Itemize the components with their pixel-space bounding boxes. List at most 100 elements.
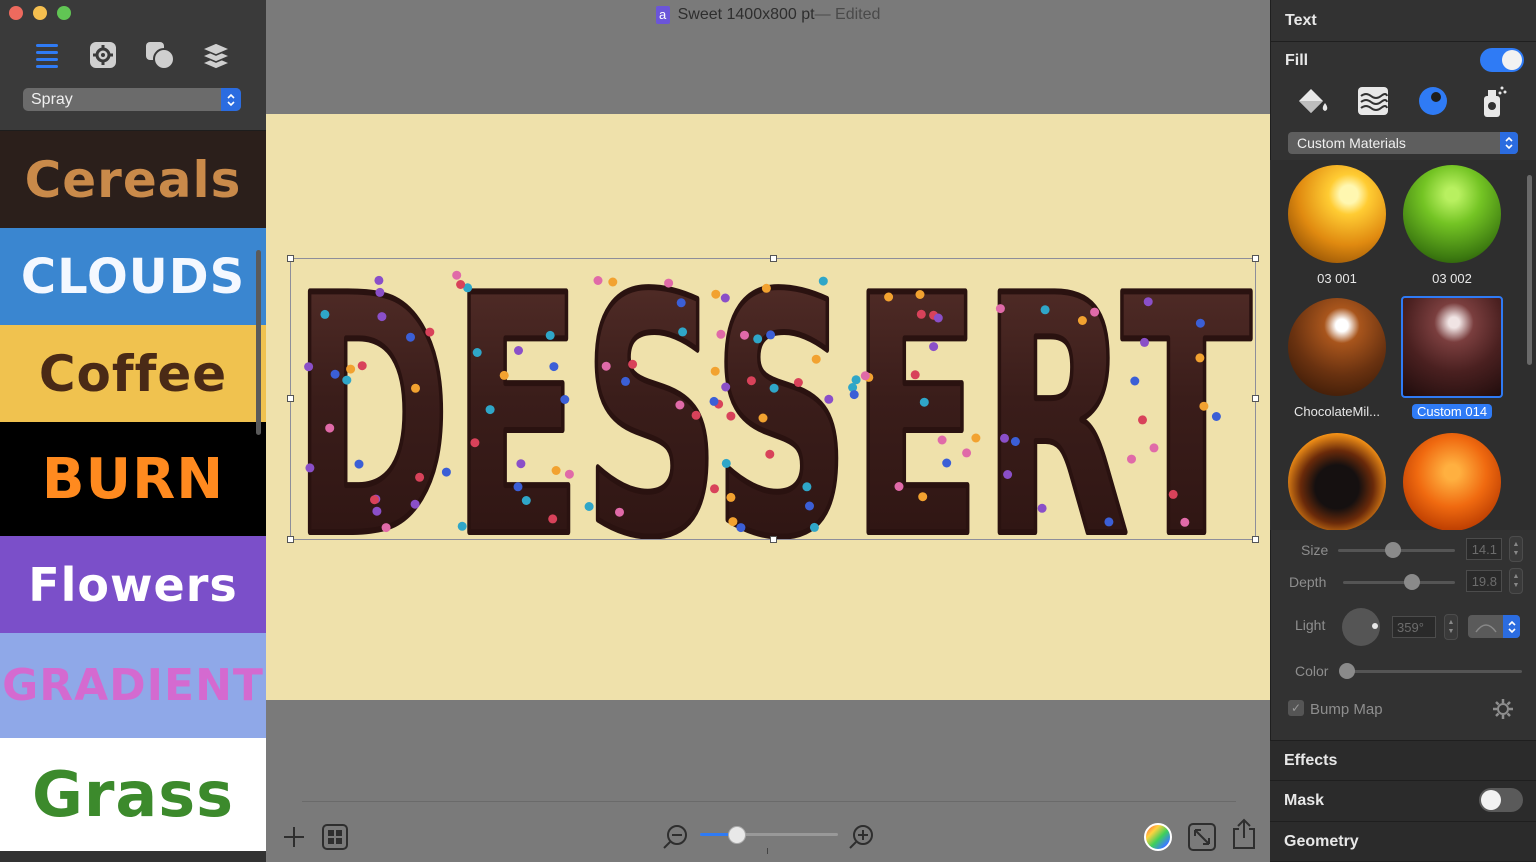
shapes-icon[interactable] bbox=[145, 40, 175, 70]
preset-item[interactable]: Coffee bbox=[0, 325, 266, 422]
texture-icon[interactable] bbox=[1355, 84, 1391, 118]
preset-label: Grass bbox=[31, 758, 235, 831]
color-wheel-icon[interactable] bbox=[1144, 823, 1172, 851]
light-row: Light 359° ▲ ▼ bbox=[1270, 608, 1536, 646]
mask-toggle[interactable] bbox=[1479, 788, 1523, 812]
depth-label: Depth bbox=[1289, 574, 1327, 590]
depth-slider-thumb[interactable] bbox=[1404, 574, 1420, 590]
resize-handle[interactable] bbox=[287, 395, 294, 402]
style-category-select[interactable]: Spray bbox=[23, 88, 241, 111]
resize-handle[interactable] bbox=[1252, 395, 1259, 402]
bump-map-checkbox[interactable]: ✓ bbox=[1288, 700, 1304, 716]
preset-item[interactable]: GRADIENT bbox=[0, 633, 266, 738]
resize-handle[interactable] bbox=[287, 255, 294, 262]
sidebar-scrollbar[interactable] bbox=[256, 250, 261, 435]
materials-scrollbar[interactable] bbox=[1527, 175, 1532, 365]
preset-label: CLOUDS bbox=[20, 248, 246, 305]
gear-icon[interactable] bbox=[1492, 698, 1514, 720]
effects-label: Effects bbox=[1284, 751, 1338, 769]
depth-field[interactable]: 19.8 bbox=[1466, 570, 1502, 592]
depth-row: Depth 19.8 ▲ ▼ bbox=[1270, 567, 1536, 597]
sidebar-header: Spray bbox=[0, 0, 266, 131]
color-slider-thumb[interactable] bbox=[1339, 663, 1355, 679]
preset-label: GRADIENT bbox=[2, 660, 264, 711]
material-preview bbox=[1288, 298, 1386, 396]
zoom-in-icon[interactable] bbox=[848, 824, 874, 850]
resize-handle[interactable] bbox=[770, 255, 777, 262]
section-geometry-header[interactable]: Geometry bbox=[1270, 822, 1536, 862]
chevron-updown-icon bbox=[221, 88, 241, 111]
templates-icon[interactable] bbox=[322, 824, 348, 850]
window-close-button[interactable] bbox=[9, 6, 23, 20]
material-item[interactable]: Custom 014 bbox=[1397, 296, 1507, 424]
color-slider[interactable] bbox=[1342, 670, 1522, 673]
chevron-updown-icon bbox=[1500, 132, 1518, 154]
material-item[interactable]: 03 002 bbox=[1397, 165, 1507, 286]
size-slider-thumb[interactable] bbox=[1385, 542, 1401, 558]
light-stepper[interactable]: ▲ ▼ bbox=[1444, 614, 1458, 640]
material-preview bbox=[1288, 433, 1386, 530]
resize-handle[interactable] bbox=[1252, 255, 1259, 262]
document-icon: a bbox=[655, 6, 670, 24]
edited-status: — Edited bbox=[814, 6, 881, 23]
preset-item[interactable]: Grass bbox=[0, 738, 266, 851]
window-title: Sweet 1400x800 pt bbox=[677, 6, 815, 23]
gear-icon[interactable] bbox=[88, 40, 118, 70]
chevron-updown-icon bbox=[1503, 615, 1520, 638]
resize-icon[interactable] bbox=[1188, 823, 1216, 851]
zoom-out-icon[interactable] bbox=[662, 824, 688, 850]
preset-label: Cereals bbox=[24, 150, 242, 209]
material-item[interactable] bbox=[1397, 433, 1507, 530]
preset-label: BURN bbox=[41, 446, 225, 512]
fill-label: Fill bbox=[1285, 52, 1309, 69]
canvas-scrollbar[interactable] bbox=[302, 801, 1236, 805]
material-preview bbox=[1403, 165, 1501, 263]
material-library-select[interactable]: Custom Materials bbox=[1288, 132, 1518, 154]
depth-stepper[interactable]: ▲ ▼ bbox=[1509, 568, 1523, 594]
color-label: Color bbox=[1295, 663, 1329, 679]
resize-handle[interactable] bbox=[770, 536, 777, 543]
fill-toggle[interactable] bbox=[1480, 48, 1524, 72]
color-row: Color bbox=[1270, 656, 1536, 686]
section-effects-header[interactable]: Effects bbox=[1270, 740, 1536, 781]
light-type-select[interactable] bbox=[1468, 615, 1520, 638]
window-zoom-button[interactable] bbox=[57, 6, 71, 20]
share-icon[interactable] bbox=[1230, 818, 1258, 850]
resize-handle[interactable] bbox=[1252, 536, 1259, 543]
layers-icon[interactable] bbox=[201, 40, 231, 70]
light-angle-field[interactable]: 359° bbox=[1392, 616, 1436, 638]
depth-slider[interactable] bbox=[1343, 581, 1455, 584]
material-item[interactable] bbox=[1282, 433, 1392, 530]
bump-map-label: Bump Map bbox=[1310, 701, 1383, 718]
section-text-title: Text bbox=[1285, 11, 1317, 29]
spray-icon[interactable] bbox=[1475, 84, 1511, 118]
material-icon[interactable] bbox=[1415, 84, 1451, 118]
window-title-bar: a Sweet 1400x800 pt — Edited bbox=[266, 0, 1270, 30]
size-field[interactable]: 14.1 bbox=[1466, 538, 1502, 560]
material-library-value: Custom Materials bbox=[1297, 135, 1406, 151]
material-label: 03 002 bbox=[1432, 271, 1472, 286]
preset-item[interactable]: Flowers bbox=[0, 536, 266, 633]
window-minimize-button[interactable] bbox=[33, 6, 47, 20]
material-label: Custom 014 bbox=[1411, 404, 1493, 419]
preset-label: Flowers bbox=[28, 557, 238, 612]
style-category-value: Spray bbox=[31, 90, 73, 108]
preset-item[interactable]: Cereals bbox=[0, 131, 266, 228]
preset-item[interactable]: BURN bbox=[0, 422, 266, 536]
section-text-header[interactable]: Text bbox=[1271, 0, 1536, 42]
plus-icon[interactable] bbox=[282, 825, 306, 849]
bump-map-row: ✓ Bump Map bbox=[1270, 694, 1536, 724]
size-row: Size 14.1 ▲ ▼ bbox=[1270, 535, 1536, 565]
mask-label: Mask bbox=[1284, 792, 1325, 809]
light-angle-dial[interactable] bbox=[1342, 608, 1380, 646]
resize-handle[interactable] bbox=[287, 536, 294, 543]
paint-bucket-icon[interactable] bbox=[1295, 84, 1331, 118]
material-label: ChocolateMil... bbox=[1294, 404, 1380, 419]
selection-box[interactable] bbox=[287, 255, 1259, 543]
material-item[interactable]: 03 001 bbox=[1282, 165, 1392, 286]
preset-item[interactable]: CLOUDS bbox=[0, 228, 266, 325]
material-item[interactable]: ChocolateMil... bbox=[1282, 298, 1392, 419]
size-stepper[interactable]: ▲ ▼ bbox=[1509, 536, 1523, 562]
material-preview bbox=[1288, 165, 1386, 263]
list-icon[interactable] bbox=[32, 40, 62, 70]
